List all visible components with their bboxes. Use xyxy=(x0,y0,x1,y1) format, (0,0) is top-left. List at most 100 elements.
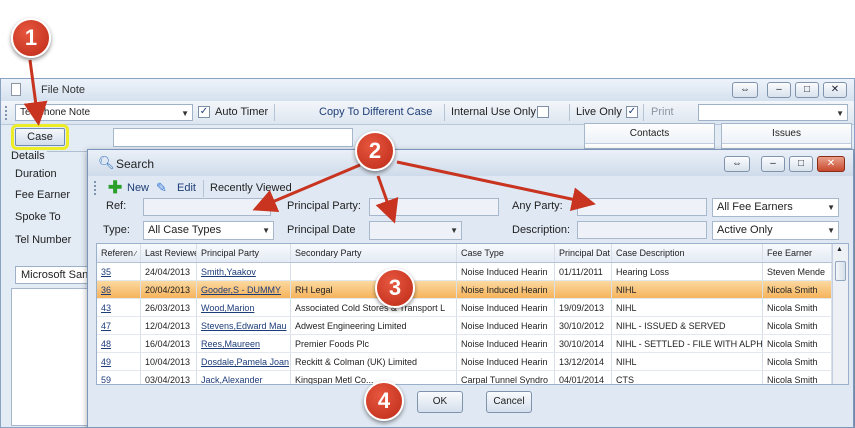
table-cell: Reckitt & Colman (UK) Limited xyxy=(291,353,457,370)
cell-text: Nicola Smith xyxy=(767,375,818,385)
column-header-case-description[interactable]: Case Description xyxy=(612,244,763,262)
cell-text: 16/04/2013 xyxy=(145,339,191,349)
internal-use-checkbox[interactable] xyxy=(537,106,549,118)
minimize-button[interactable]: ‒ xyxy=(761,156,785,172)
cell-text: 30/10/2014 xyxy=(559,339,605,349)
table-cell[interactable]: 43 xyxy=(97,299,141,316)
restore-arrows-icon[interactable]: ⇔ xyxy=(724,156,750,172)
grid-scrollbar[interactable]: ▲ xyxy=(832,244,848,384)
cell-text: RH Legal xyxy=(295,285,333,295)
font-select[interactable]: Microsoft Sans xyxy=(15,266,95,284)
cell-text: Kingspan Metl Co... xyxy=(295,375,374,385)
table-cell[interactable]: 49 xyxy=(97,353,141,370)
principal-date-select[interactable]: ▼ xyxy=(369,221,462,240)
cancel-button[interactable]: Cancel xyxy=(486,391,532,413)
case-field[interactable] xyxy=(113,128,353,147)
callout-badge-1: 1 xyxy=(11,18,51,58)
table-cell: Adwest Engineering Limited xyxy=(291,317,457,334)
table-row[interactable]: 49 10/04/2013 Dosdale,Pamela Joan Reckitt &… xyxy=(97,353,832,371)
print-select[interactable]: ▼ xyxy=(698,104,848,121)
fee-earner-label: Fee Earner xyxy=(15,189,71,201)
table-cell[interactable]: 36 xyxy=(97,281,141,298)
case-type-value: All Case Types xyxy=(148,224,222,236)
principal-party-input[interactable] xyxy=(369,198,499,216)
recently-viewed-button[interactable]: Recently Viewed xyxy=(210,182,292,194)
issues-header[interactable]: Issues xyxy=(722,124,851,144)
minimize-button[interactable]: ‒ xyxy=(767,82,791,98)
cell-text: Hearing Loss xyxy=(616,267,670,277)
table-row[interactable]: 43 26/03/2013 Wood,Marion Associated Cold S… xyxy=(97,299,832,317)
table-cell[interactable]: Wood,Marion xyxy=(197,299,291,316)
cell-text: Nicola Smith xyxy=(767,303,818,313)
case-button[interactable]: Case xyxy=(11,124,69,150)
print-button[interactable]: Print xyxy=(651,106,674,118)
live-only-checkbox[interactable]: ✓ xyxy=(626,106,638,118)
scroll-thumb[interactable] xyxy=(835,261,846,281)
table-row[interactable]: 35 24/04/2013 Smith,Yaakov Noise Induced He… xyxy=(97,263,832,281)
cell-text: Nicola Smith xyxy=(767,339,818,349)
cell-text: Noise Induced Hearin xyxy=(461,267,548,277)
table-cell: Carpal Tunnel Syndro xyxy=(457,371,555,384)
column-header-case-type[interactable]: Case Type xyxy=(457,244,555,262)
column-header-principal-party[interactable]: Principal Party xyxy=(197,244,291,262)
table-cell: NIHL xyxy=(612,299,763,316)
table-cell[interactable]: Smith,Yaakov xyxy=(197,263,291,280)
close-button[interactable]: ✕ xyxy=(817,156,845,172)
fee-earners-select[interactable]: All Fee Earners ▼ xyxy=(712,198,839,217)
cell-text: Adwest Engineering Limited xyxy=(295,321,407,331)
fee-earners-value: All Fee Earners xyxy=(717,201,793,213)
table-cell[interactable]: Dosdale,Pamela Joan xyxy=(197,353,291,370)
table-row[interactable]: 36 20/04/2013 Gooder,S - DUMMY RH Legal Nois… xyxy=(97,281,832,299)
maximize-button[interactable]: □ xyxy=(795,82,819,98)
note-type-select[interactable]: Telephone Note ▼ xyxy=(15,104,193,121)
auto-timer-checkbox[interactable]: ✓ xyxy=(198,106,210,118)
table-cell[interactable]: 48 xyxy=(97,335,141,352)
case-type-select[interactable]: All Case Types ▼ xyxy=(143,221,274,240)
table-cell: Noise Induced Hearin xyxy=(457,263,555,280)
contacts-header[interactable]: Contacts xyxy=(585,124,714,144)
table-cell[interactable]: 59 xyxy=(97,371,141,384)
chevron-down-icon: ▼ xyxy=(827,226,835,235)
column-header-principal-date[interactable]: Principal Dat xyxy=(555,244,612,262)
ref-input[interactable] xyxy=(143,198,271,216)
maximize-button[interactable]: □ xyxy=(789,156,813,172)
description-input[interactable] xyxy=(577,221,707,239)
table-cell[interactable]: Gooder,S - DUMMY xyxy=(197,281,291,298)
column-header-secondary-party[interactable]: Secondary Party xyxy=(291,244,457,262)
copy-to-different-case-button[interactable]: Copy To Different Case xyxy=(319,106,432,118)
column-header-reference[interactable]: Referen ⁄ xyxy=(97,244,141,262)
table-cell[interactable]: Jack,Alexander xyxy=(197,371,291,385)
table-cell: 10/04/2013 xyxy=(141,353,197,370)
ok-button[interactable]: OK xyxy=(417,391,463,413)
any-party-input[interactable] xyxy=(577,198,707,216)
edit-button[interactable]: Edit xyxy=(177,182,196,194)
table-cell[interactable]: Stevens,Edward Mau xyxy=(197,317,291,334)
column-header-fee-earner[interactable]: Fee Earner xyxy=(763,244,832,262)
restore-arrows-icon[interactable]: ⇔ xyxy=(732,82,758,98)
note-body-editor[interactable] xyxy=(11,288,95,426)
cell-text: Smith,Yaakov xyxy=(201,267,256,277)
table-cell: CTS xyxy=(612,371,763,384)
column-header-last-reviewed[interactable]: Last Reviewe xyxy=(141,244,197,262)
table-cell: 30/10/2012 xyxy=(555,317,612,334)
cell-text: NIHL xyxy=(616,285,637,295)
scroll-up-icon[interactable]: ▲ xyxy=(836,246,843,253)
table-cell[interactable]: Rees,Maureen xyxy=(197,335,291,352)
table-row[interactable]: 48 16/04/2013 Rees,Maureen Premier Foods Pl… xyxy=(97,335,832,353)
search-toolbar: ✚ New ✎ Edit Recently Viewed xyxy=(88,178,853,198)
pencil-icon[interactable]: ✎ xyxy=(156,180,167,196)
details-header: Details xyxy=(9,150,47,162)
spoke-to-label: Spoke To xyxy=(15,211,61,223)
cell-text: Dosdale,Pamela Joan xyxy=(201,357,290,367)
table-row[interactable]: 59 03/04/2013 Jack,Alexander Kingspan Metl … xyxy=(97,371,832,385)
cell-text: Jack,Alexander xyxy=(201,375,263,385)
status-select[interactable]: Active Only ▼ xyxy=(712,221,839,240)
plus-icon[interactable]: ✚ xyxy=(108,179,122,196)
table-cell[interactable]: 47 xyxy=(97,317,141,334)
table-cell[interactable]: 35 xyxy=(97,263,141,280)
close-button[interactable]: ✕ xyxy=(823,82,847,98)
cell-text: 49 xyxy=(101,357,112,367)
table-row[interactable]: 47 12/04/2013 Stevens,Edward Mau Adwest Eng… xyxy=(97,317,832,335)
table-cell: Noise Induced Hearin xyxy=(457,317,555,334)
new-button[interactable]: New xyxy=(127,182,149,194)
